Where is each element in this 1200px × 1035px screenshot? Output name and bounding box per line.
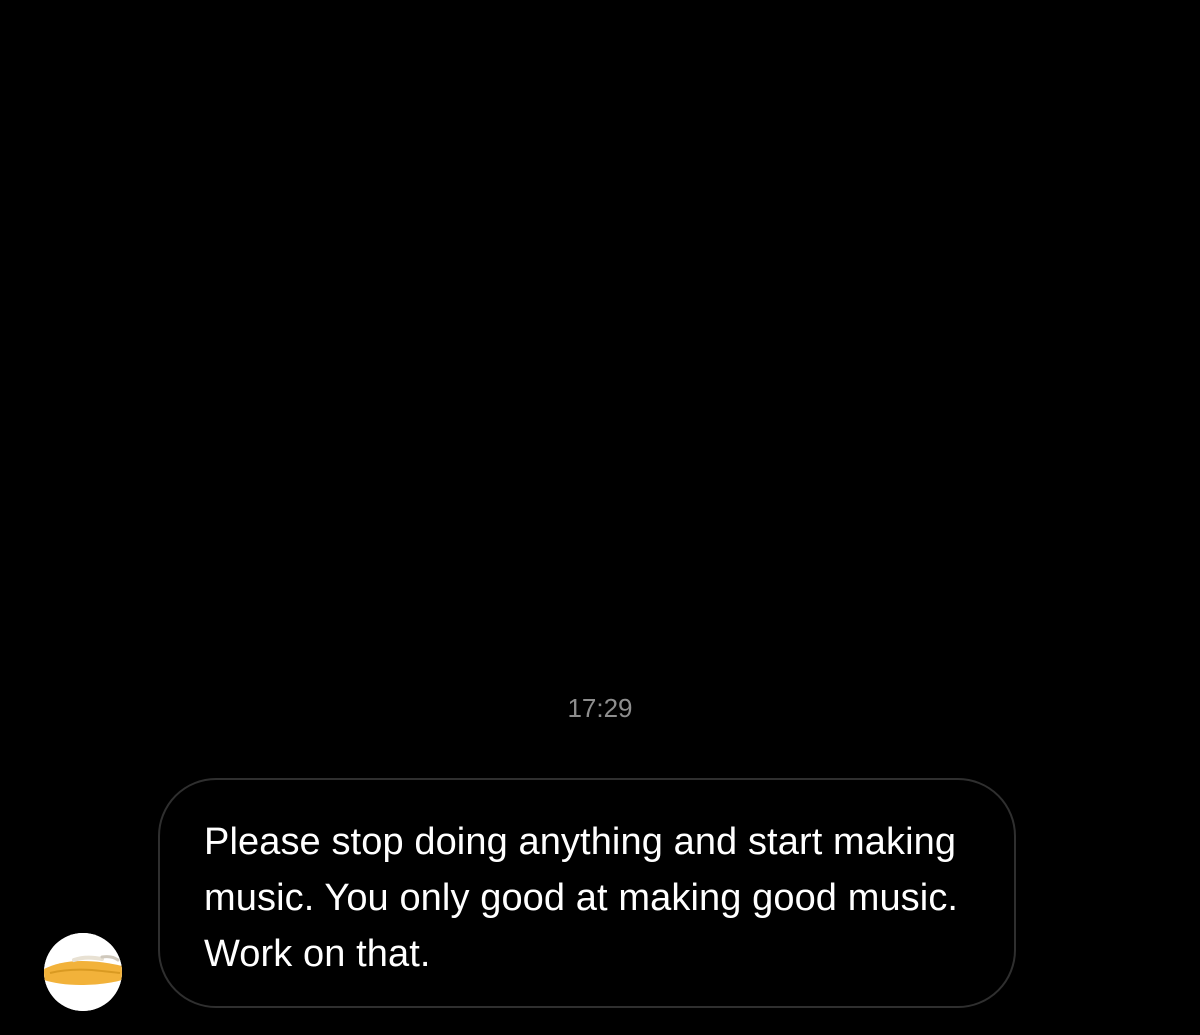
message-timestamp: 17:29 <box>567 693 633 723</box>
sender-avatar[interactable] <box>44 933 122 1011</box>
message-text: Please stop doing anything and start mak… <box>204 821 959 975</box>
received-message-row: Please stop doing anything and start mak… <box>44 778 1024 1011</box>
chat-thread[interactable]: 17:29 Please stop doing anything and sta… <box>0 0 1200 1035</box>
avatar-photo-icon <box>44 933 122 1011</box>
message-bubble[interactable]: Please stop doing anything and start mak… <box>158 778 1016 1008</box>
